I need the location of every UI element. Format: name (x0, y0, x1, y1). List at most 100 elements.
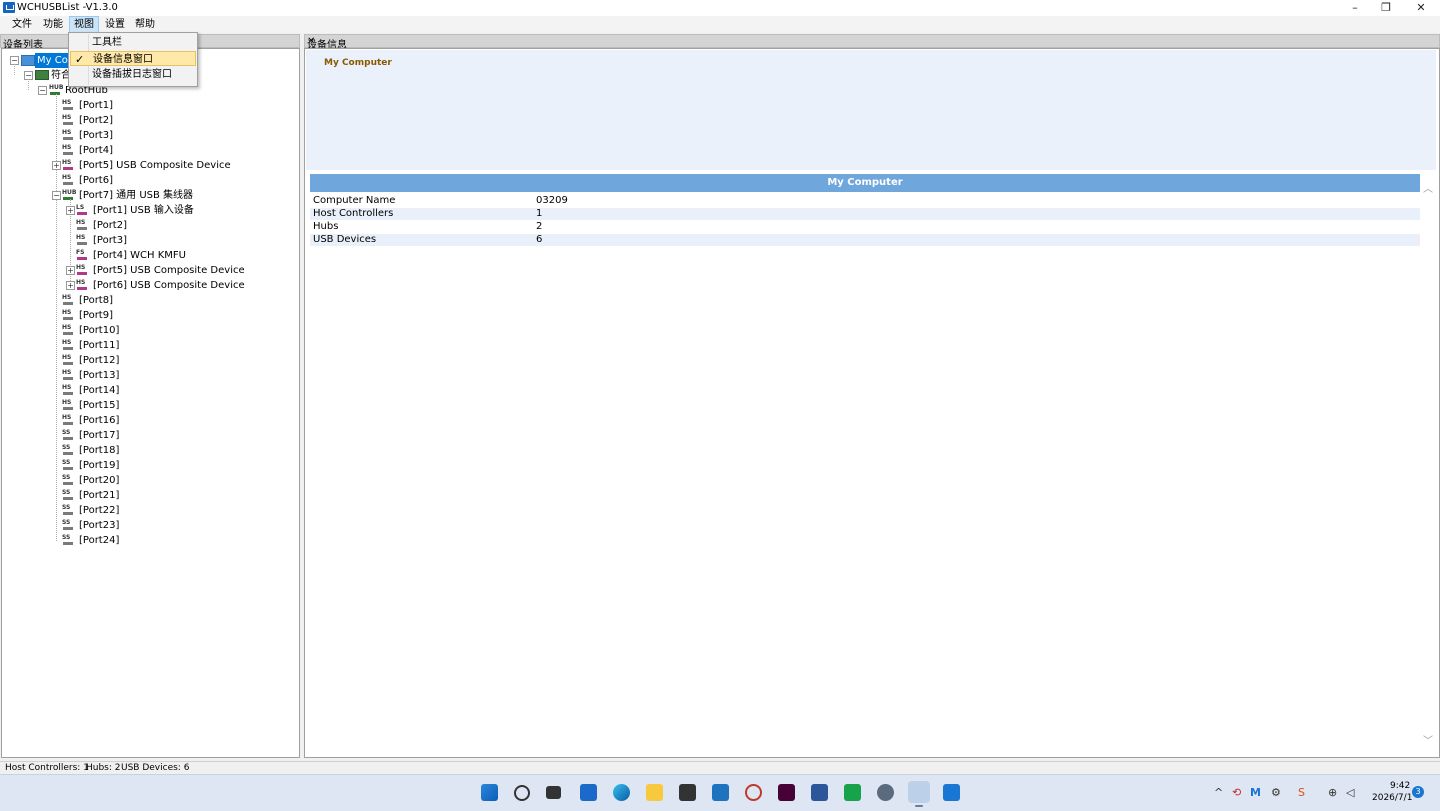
port-label: [Port18] (79, 445, 120, 456)
active-app-indicator (915, 805, 923, 807)
port-label: [Port17] (79, 430, 120, 441)
menu-device-info-item[interactable]: ✓ 设备信息窗口 (70, 51, 196, 66)
info-row: Computer Name 03209 (310, 195, 1420, 207)
tray-network-icon[interactable]: ⊕ (1328, 786, 1337, 799)
port-label: [Port9] (79, 310, 113, 321)
usb-port-icon: SS (62, 535, 74, 546)
task-view-icon[interactable] (546, 786, 561, 799)
subport6-expand-toggle[interactable]: + (66, 281, 75, 290)
usb-port-icon: HS (62, 325, 74, 336)
tray-ime-icon[interactable]: S (1298, 786, 1305, 799)
tray-chevron-up-icon[interactable]: ^ (1214, 786, 1223, 799)
hub-icon: HUB (49, 85, 63, 96)
roothub-collapse-toggle[interactable]: − (38, 86, 47, 95)
port-label: [Port12] (79, 355, 120, 366)
snip-icon[interactable] (745, 784, 762, 801)
port-label: [Port19] (79, 460, 120, 471)
usb-port-icon: SS (62, 475, 74, 486)
close-pane-icon[interactable]: ✕ (307, 36, 1435, 47)
wchusblist-taskbar-icon[interactable] (908, 781, 930, 803)
port-label: [Port4] (79, 145, 113, 156)
info-row: USB Devices 6 (310, 234, 1420, 246)
menu-item-label: 设备信息窗口 (93, 54, 153, 65)
usb-port-icon: HS (62, 415, 74, 426)
minimize-button[interactable]: – (1338, 0, 1372, 16)
usb-device-icon: FS (76, 250, 88, 261)
info-row: Host Controllers 1 (310, 208, 1420, 220)
store-icon[interactable] (679, 784, 696, 801)
usb-port-icon: HS (62, 355, 74, 366)
port7-collapse-toggle[interactable]: − (52, 191, 61, 200)
search-icon[interactable] (514, 785, 530, 801)
device-tree[interactable]: − My Com − 符合 − HUB RootHub HS [Port1] HS… (1, 48, 300, 758)
info-value: 1 (536, 208, 543, 219)
tray-sync-icon[interactable]: ⟲ (1232, 786, 1241, 799)
menu-help[interactable]: 帮助 (131, 17, 159, 32)
port-label: [Port8] (79, 295, 113, 306)
status-hubs: Hubs: 2 (86, 763, 121, 773)
scroll-up-arrow-icon[interactable]: ︿ (1423, 180, 1433, 195)
usb-port-icon: HS (62, 100, 74, 111)
controller-icon (35, 70, 49, 80)
menu-plug-log-item[interactable]: 设备插拔日志窗口 (70, 67, 196, 82)
menu-function[interactable]: 功能 (39, 17, 67, 32)
computer-icon (21, 55, 35, 66)
menu-file[interactable]: 文件 (8, 17, 36, 32)
port-label: [Port24] (79, 535, 120, 546)
maximize-button[interactable]: ❐ (1369, 0, 1403, 16)
subport1-expand-toggle[interactable]: + (66, 206, 75, 215)
usb-port-icon: HS (62, 310, 74, 321)
usb-port-icon: HS (62, 295, 74, 306)
port-label: [Port21] (79, 490, 120, 501)
port-label: [Port3] (93, 235, 127, 246)
title-bar (0, 0, 1440, 16)
info-value: 2 (536, 221, 543, 232)
notification-badge[interactable]: 3 (1412, 786, 1424, 798)
port-label: [Port6] (79, 175, 113, 186)
info-value: 6 (536, 234, 543, 245)
port5-expand-toggle[interactable]: + (52, 161, 61, 170)
usb-port-icon: SS (62, 430, 74, 441)
usb-device-icon: HS (76, 280, 88, 291)
menu-view[interactable]: 视图 (69, 16, 99, 33)
port-label: [Port10] (79, 325, 120, 336)
app-icon (3, 2, 15, 13)
check-icon: ✓ (75, 53, 85, 66)
menu-bar (0, 16, 1440, 33)
usb-port-icon: HS (62, 370, 74, 381)
green-app-icon[interactable] (844, 784, 861, 801)
port-label: [Port16] (79, 415, 120, 426)
settings-gear-icon[interactable] (877, 784, 894, 801)
subport5-expand-toggle[interactable]: + (66, 266, 75, 275)
port-label: [Port1] USB 输入设备 (93, 205, 194, 216)
menu-item-label: 工具栏 (92, 37, 122, 48)
tray-app-icon[interactable]: ⚙ (1271, 786, 1281, 799)
menu-toolbar-item[interactable]: 工具栏 (70, 35, 196, 50)
tray-m-icon[interactable]: M (1250, 786, 1261, 799)
port-label: [Port5] USB Composite Device (93, 265, 245, 276)
vscode-like-icon[interactable] (712, 784, 729, 801)
mail-m-icon[interactable] (943, 784, 960, 801)
port-label: [Port2] (93, 220, 127, 231)
usb-port-icon: HS (62, 385, 74, 396)
menu-settings[interactable]: 设置 (101, 17, 129, 32)
usb-port-icon: SS (62, 505, 74, 516)
usb-port-icon: HS (62, 400, 74, 411)
port-label: [Port7] 通用 USB 集线器 (79, 190, 194, 201)
port-label: [Port3] (79, 130, 113, 141)
info-key: Hubs (313, 221, 339, 232)
adobe-xd-icon[interactable] (778, 784, 795, 801)
scroll-down-arrow-icon[interactable]: ﹀ (1423, 732, 1433, 747)
close-button[interactable]: ✕ (1404, 0, 1438, 16)
word-icon[interactable] (811, 784, 828, 801)
port-label: [Port13] (79, 370, 120, 381)
widgets-icon[interactable] (580, 784, 597, 801)
clock-time[interactable]: 9:42 (1390, 781, 1410, 791)
file-explorer-icon[interactable] (646, 784, 663, 801)
tray-volume-icon[interactable]: ◁ (1346, 786, 1354, 799)
usb-port-icon: HS (76, 220, 88, 231)
usb-port-icon: HS (62, 115, 74, 126)
edge-browser-icon[interactable] (613, 784, 630, 801)
start-icon[interactable] (481, 784, 498, 801)
clock-date[interactable]: 2026/7/1 (1372, 793, 1412, 803)
